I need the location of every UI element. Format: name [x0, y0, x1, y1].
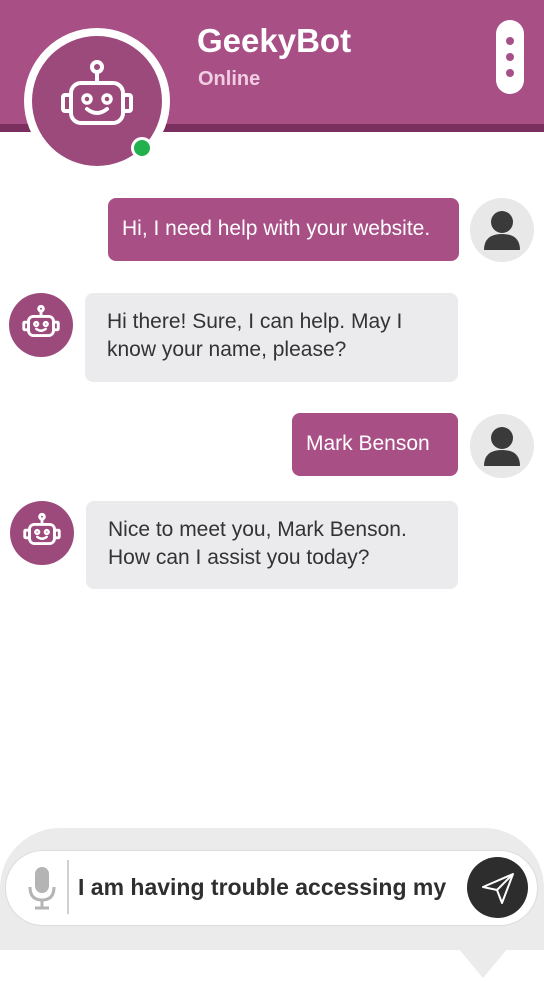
- bot-message-avatar: [9, 293, 73, 357]
- user-icon: [484, 427, 520, 466]
- robot-icon: [22, 304, 60, 337]
- bot-status: Online: [198, 68, 261, 90]
- more-options-button[interactable]: [496, 20, 524, 94]
- composer-tail: [458, 948, 508, 978]
- message-text: Nice to meet you, Mark Benson. How can I…: [108, 518, 407, 569]
- robot-icon: [61, 60, 133, 125]
- robot-icon: [23, 512, 61, 545]
- message-text: Hi there! Sure, I can help. May I know y…: [107, 310, 403, 361]
- kebab-menu-icon: [506, 37, 514, 45]
- bot-name: GeekyBot: [197, 22, 352, 59]
- send-button[interactable]: [467, 857, 528, 918]
- message-text: Hi, I need help with your website.: [122, 217, 431, 240]
- message-text: Mark Benson: [306, 432, 430, 455]
- composer-divider: [67, 860, 69, 914]
- user-message: Mark Benson: [292, 413, 458, 476]
- user-avatar: [470, 198, 534, 262]
- online-status-dot: [131, 137, 153, 159]
- bot-message: Hi there! Sure, I can help. May I know y…: [85, 293, 458, 382]
- kebab-menu-dot: [506, 69, 514, 77]
- message-input-value[interactable]: I am having trouble accessing my: [78, 872, 456, 902]
- user-icon: [484, 211, 520, 250]
- send-icon: [481, 872, 514, 904]
- kebab-menu-dot: [506, 53, 514, 61]
- bot-message-avatar: [10, 501, 74, 565]
- bot-message: Nice to meet you, Mark Benson. How can I…: [86, 501, 458, 589]
- user-avatar: [470, 414, 534, 478]
- microphone-icon[interactable]: [27, 865, 57, 911]
- user-message: Hi, I need help with your website.: [108, 198, 459, 261]
